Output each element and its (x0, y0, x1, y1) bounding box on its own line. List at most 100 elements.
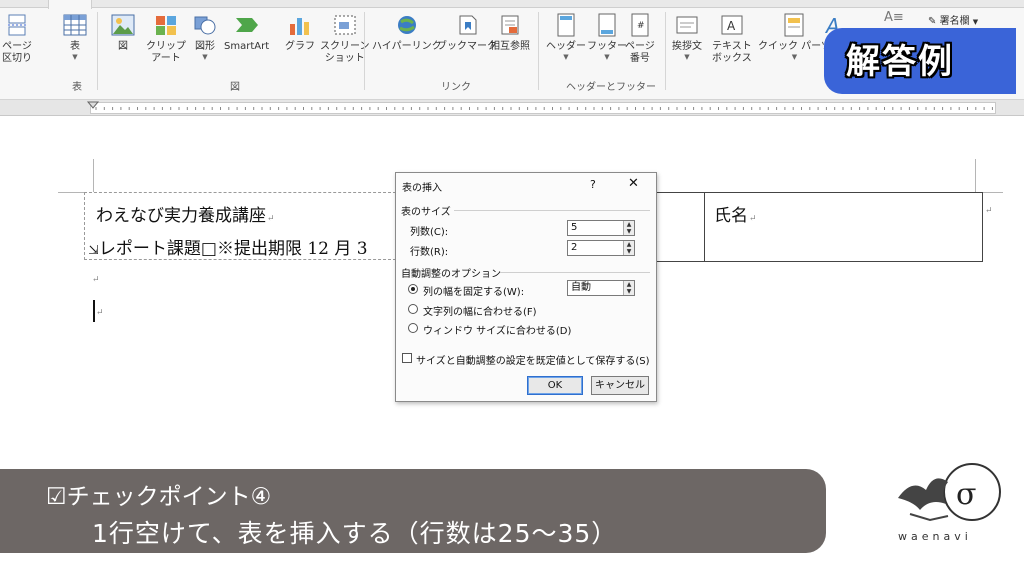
signature-line-label: 署名欄 (939, 16, 970, 27)
textbox-button[interactable]: A テキスト ボックス (712, 12, 752, 65)
rows-spin-arrows-icon[interactable]: ▲ ▼ (623, 241, 634, 255)
page-number-icon: # (627, 12, 653, 38)
textbox-label: テキスト ボックス (712, 41, 752, 64)
dialog-title: 表の挿入 (402, 183, 442, 194)
checkpoint-instruction: 1行空けて、表を挿入する（行数は25〜35） (92, 519, 618, 548)
footer-icon (594, 12, 620, 38)
svg-text:A: A (727, 19, 736, 33)
waenavi-logo: σ (890, 458, 1002, 558)
margin-guide (983, 192, 1003, 193)
signature-line-icon: ✎ (928, 16, 937, 27)
rows-label: 行数(R): (410, 247, 449, 258)
header-button[interactable]: ヘッダー ▼ (546, 12, 586, 62)
textbox-icon: A (719, 12, 745, 38)
group-separator (364, 12, 365, 90)
hyperlink-label: ハイパーリンク (372, 41, 442, 52)
fit-window-label: ウィンドウ サイズに合わせる(D) (423, 326, 572, 337)
screenshot-icon (332, 12, 358, 38)
bookmark-button[interactable]: ブックマーク (437, 12, 497, 53)
chart-label: グラフ (285, 41, 315, 52)
text-cursor (93, 300, 95, 322)
paragraph-mark: ↵ (92, 275, 100, 285)
footer-label: フッター (587, 41, 627, 52)
paragraph-mark: ↵ (985, 206, 993, 216)
columns-spinner[interactable]: 5 ▲ ▼ (567, 220, 635, 236)
rows-spinner[interactable]: 2 ▲ ▼ (567, 240, 635, 256)
quick-parts-button[interactable]: クイック パーツ ▼ (758, 12, 831, 62)
cancel-button[interactable]: キャンセル (591, 376, 649, 395)
ok-button[interactable]: OK (527, 376, 583, 395)
fit-contents-label: 文字列の幅に合わせる(F) (423, 307, 537, 318)
footer-button[interactable]: フッター ▼ (587, 12, 627, 62)
bookmark-label: ブックマーク (437, 41, 497, 52)
fixed-width-spin-arrows-icon[interactable]: ▲ ▼ (623, 281, 634, 295)
fixed-width-radio[interactable] (408, 284, 418, 294)
table-dropdown-icon: ▼ (72, 53, 78, 61)
insert-table-dialog: 表の挿入 ? ✕ 表のサイズ 列数(C): 5 ▲ ▼ 行数(R): 2 ▲ ▼ 自… (395, 172, 657, 402)
course-title: わえなび実力養成講座↵ (96, 206, 275, 226)
group-separator (665, 12, 666, 90)
cross-reference-label: 相互参照 (490, 41, 530, 52)
shapes-label: 図形 (195, 41, 215, 52)
name-label: 氏名↵ (714, 206, 757, 226)
ruler-ticks (86, 101, 993, 110)
hyperlink-button[interactable]: ハイパーリンク (372, 12, 442, 53)
shapes-button[interactable]: 図形 ▼ (192, 12, 218, 62)
table-icon (62, 12, 88, 38)
svg-text:#: # (637, 21, 645, 31)
header-dropdown-icon: ▼ (563, 53, 569, 61)
columns-value: 5 (571, 222, 578, 233)
picture-button[interactable]: 図 (110, 12, 136, 53)
margin-guide (975, 159, 976, 192)
clipart-button[interactable]: クリップ アート (146, 12, 186, 65)
greeting-icon (674, 12, 700, 38)
answer-label: 解答例 (846, 42, 954, 82)
drop-cap-icon[interactable]: A≡ (884, 10, 904, 25)
name-table[interactable] (655, 192, 983, 262)
clipart-label: クリップ アート (146, 41, 186, 64)
fit-window-radio[interactable] (408, 323, 418, 333)
screenshot-label: スクリーン ショット (320, 41, 370, 64)
group-label-links: リンク (441, 82, 471, 93)
rows-value: 2 (571, 242, 578, 253)
ribbon-tab-strip (0, 0, 1024, 9)
help-icon[interactable]: ? (590, 178, 596, 191)
page-number-button[interactable]: # ページ 番号 (625, 12, 655, 65)
tab-insert[interactable] (48, 0, 92, 9)
fit-contents-radio[interactable] (408, 304, 418, 314)
page-break-button[interactable]: ページ 区切り (2, 12, 32, 65)
columns-spin-arrows-icon[interactable]: ▲ ▼ (623, 221, 634, 235)
greeting-button[interactable]: 挨拶文 ▼ (672, 12, 702, 62)
greeting-dropdown-icon: ▼ (684, 53, 690, 61)
quick-parts-label: クイック パーツ (758, 41, 831, 52)
picture-icon (110, 12, 136, 38)
paragraph-mark: ↵ (96, 308, 104, 318)
group-separator (97, 12, 98, 90)
chart-button[interactable]: グラフ (285, 12, 315, 53)
margin-guide (93, 159, 94, 192)
remember-settings-checkbox[interactable] (402, 353, 412, 363)
remember-settings-label: サイズと自動調整の設定を既定値として保存する(S) (416, 356, 650, 367)
section-divider (500, 272, 650, 273)
close-icon[interactable]: ✕ (628, 176, 639, 191)
page-break-label: ページ 区切り (2, 41, 32, 64)
margin-guide (58, 192, 84, 193)
group-label-header-footer: ヘッダーとフッター (566, 82, 656, 93)
fixed-width-label: 列の幅を固定する(W): (423, 287, 525, 298)
signature-line-button[interactable]: ✎ 署名欄 ▼ (928, 12, 978, 27)
smartart-label: SmartArt (224, 41, 270, 52)
header-label: ヘッダー (546, 41, 586, 52)
cross-reference-button[interactable]: 相互参照 (490, 12, 530, 53)
table-size-section: 表のサイズ (401, 207, 451, 218)
footer-dropdown-icon: ▼ (604, 53, 610, 61)
section-divider (454, 210, 650, 211)
screenshot-button[interactable]: スクリーン ショット (320, 12, 370, 65)
header-icon (553, 12, 579, 38)
greeting-label: 挨拶文 (672, 41, 702, 52)
report-deadline: ⇲レポート課題□※提出期限 12 月 3 (88, 239, 368, 259)
horizontal-ruler[interactable] (0, 100, 1024, 116)
fixed-width-spinner[interactable]: 自動 ▲ ▼ (567, 280, 635, 296)
shapes-dropdown-icon: ▼ (202, 53, 208, 61)
smartart-button[interactable]: SmartArt (224, 12, 269, 53)
table-button[interactable]: 表 ▼ (62, 12, 88, 62)
